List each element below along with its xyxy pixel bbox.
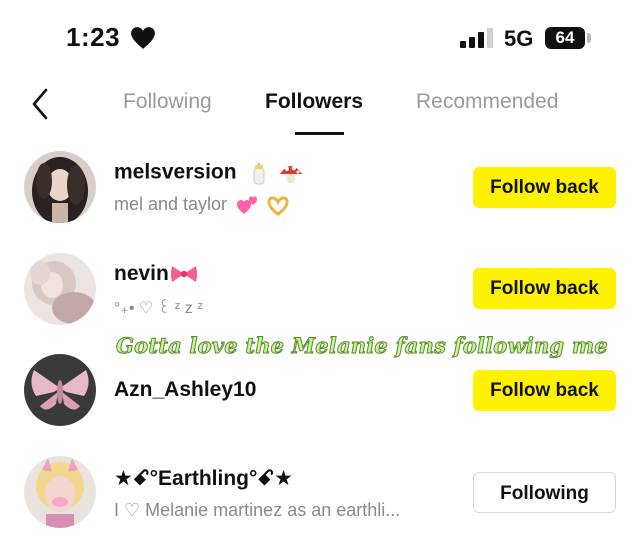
username[interactable]: Azn_Ashley10 [114,378,256,402]
tabs-header: Following Followers Recommended [0,78,640,138]
tab-followers[interactable]: Followers [265,90,363,114]
bio: I ♡ Melanie martinez as an earthli... [114,500,401,520]
ribbon-bow-icon [170,266,197,283]
bio: mel and taylor [114,194,291,217]
battery-icon [587,33,591,43]
avatar[interactable] [24,354,96,426]
baby-bottle-icon [253,162,265,185]
back-arrow-icon[interactable] [26,86,56,122]
network-type: 5G [504,26,534,51]
avatar[interactable] [24,151,96,223]
overlay-caption: Gotta love the Melanie fans following me [116,333,609,359]
list-item[interactable]: nevin °₊• ♡ ꒰ ᶻ z ᶻ Follow back [0,240,640,340]
username[interactable]: melsversion [114,160,304,186]
list-item[interactable]: ★ꗃ°Earthling°ꗃ★ I ♡ Melanie martinez as … [0,444,640,544]
mushroom-icon [280,165,303,183]
follow-back-button[interactable]: Follow back [473,370,616,411]
tab-recommended[interactable]: Recommended [416,90,558,114]
avatar[interactable] [24,456,96,528]
avatar[interactable] [24,253,96,325]
heart-icon [131,27,155,49]
username[interactable]: ★ꗃ°Earthling°ꗃ★ [114,466,293,491]
status-bar: 1:23 5G 64 [0,0,640,78]
following-button[interactable]: Following [473,472,616,513]
battery-level: 64 [545,27,585,49]
username[interactable]: nevin [114,262,199,286]
signal-icon [460,28,493,48]
heart-hands-icon [267,196,289,217]
active-tab-indicator [295,132,344,135]
status-time: 1:23 [66,22,121,52]
two-hearts-icon [237,196,258,215]
tab-following[interactable]: Following [123,90,212,114]
list-item[interactable]: melsversion mel and taylor Follow back [0,138,640,238]
bio: °₊• ♡ ꒰ ᶻ z ᶻ [114,300,203,317]
follow-back-button[interactable]: Follow back [473,167,616,208]
follow-back-button[interactable]: Follow back [473,268,616,309]
